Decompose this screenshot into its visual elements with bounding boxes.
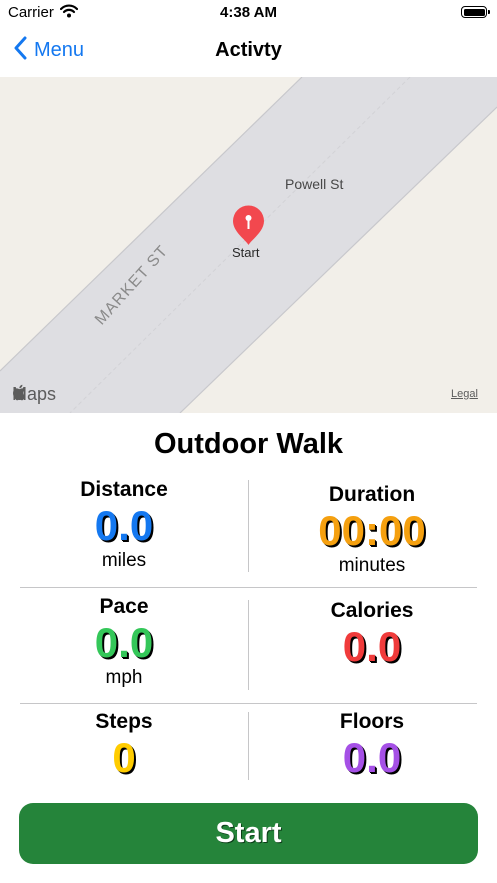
distance-value: 0.0 bbox=[94, 502, 154, 549]
steps-value: 0 bbox=[112, 734, 136, 781]
floors-value: 0.0 bbox=[342, 734, 402, 781]
distance-label: Distance bbox=[80, 478, 168, 501]
street-label-powell: Powell St bbox=[285, 176, 344, 192]
duration-label: Duration bbox=[328, 483, 416, 506]
page-title: Activty bbox=[215, 39, 282, 61]
floors-label: Floors bbox=[339, 710, 405, 733]
divider bbox=[20, 703, 477, 704]
activity-title: Outdoor Walk bbox=[153, 428, 344, 460]
pin-label: Start bbox=[232, 245, 260, 260]
duration-value: 00:00 bbox=[318, 507, 426, 554]
pace-label: Pace bbox=[99, 595, 149, 618]
steps-label: Steps bbox=[95, 710, 153, 733]
calories-value: 0.0 bbox=[342, 623, 402, 670]
divider bbox=[248, 712, 249, 780]
steps-metric: Steps 0 bbox=[24, 709, 224, 781]
map-view[interactable]: Powell St MARKET ST Start Maps Legal bbox=[0, 77, 497, 413]
maps-attribution: Maps bbox=[12, 384, 56, 405]
floors-metric: Floors 0.0 bbox=[272, 709, 472, 781]
divider bbox=[20, 587, 477, 588]
duration-unit: minutes bbox=[338, 555, 406, 576]
pace-value: 0.0 bbox=[94, 619, 154, 666]
status-bar: Carrier 4:38 AM bbox=[0, 0, 497, 26]
divider bbox=[248, 480, 249, 572]
legal-link[interactable]: Legal bbox=[451, 388, 478, 400]
calories-metric: Calories 0.0 bbox=[272, 598, 472, 670]
navigation-bar: Menu Activty bbox=[0, 26, 497, 76]
battery-icon bbox=[461, 6, 490, 18]
status-time: 4:38 AM bbox=[220, 4, 277, 21]
divider bbox=[248, 600, 249, 690]
pace-unit: mph bbox=[105, 667, 143, 688]
distance-metric: Distance 0.0 miles bbox=[24, 477, 224, 573]
pace-metric: Pace 0.0 mph bbox=[24, 594, 224, 690]
calories-label: Calories bbox=[330, 599, 414, 622]
distance-unit: miles bbox=[101, 550, 147, 571]
start-button[interactable]: Start bbox=[19, 803, 478, 864]
duration-metric: Duration 00:00 minutes bbox=[272, 482, 472, 578]
